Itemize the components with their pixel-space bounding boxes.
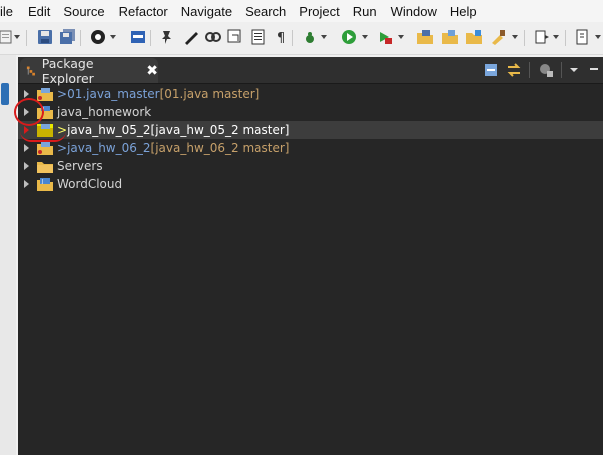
tree-item-01-java-master[interactable]: > 01.java_master [01.java master] — [18, 85, 603, 103]
project-name: java_homework — [57, 105, 152, 119]
project-tree: > 01.java_master [01.java master] J java… — [18, 85, 603, 193]
save-icon[interactable] — [37, 29, 53, 45]
expand-arrow-icon[interactable] — [24, 162, 29, 170]
paintbrush-icon[interactable] — [490, 29, 506, 45]
link-icon[interactable] — [205, 29, 221, 45]
git-project-folder-icon — [37, 87, 53, 101]
restore-view-icon[interactable] — [1, 83, 9, 105]
menu-help[interactable]: Help — [450, 4, 477, 19]
toolbar-separator — [26, 30, 27, 46]
git-branch-label: [java_hw_05_2 master] — [150, 123, 290, 137]
tree-item-java-hw-06-2[interactable]: > java_hw_06_2 [java_hw_06_2 master] — [18, 139, 603, 157]
servers-folder-icon — [37, 161, 53, 173]
bug-icon[interactable] — [302, 29, 318, 45]
toolbar-separator — [292, 30, 293, 46]
menu-navigate[interactable]: Navigate — [181, 4, 232, 19]
git-branch-label: [01.java master] — [159, 87, 260, 101]
navigate-dropdown-icon[interactable] — [595, 35, 601, 39]
paintbrush-dropdown-icon[interactable] — [512, 35, 518, 39]
new-dropdown-icon[interactable] — [14, 35, 20, 39]
navigate-icon[interactable] — [574, 29, 590, 45]
show-whitespace-icon[interactable]: ¶ — [274, 29, 290, 45]
toolbar-separator — [80, 30, 81, 46]
view-menu-icon[interactable] — [564, 61, 584, 79]
task-list-icon[interactable] — [250, 29, 266, 45]
view-tab-bar: Package Explorer ✖ — [18, 55, 603, 86]
toolbar-separator — [150, 30, 151, 46]
run-icon[interactable] — [341, 29, 357, 45]
focus-on-task-icon[interactable] — [536, 61, 556, 79]
close-icon[interactable]: ✖ — [146, 63, 158, 79]
menu-search[interactable]: Search — [245, 4, 286, 19]
tree-item-java-hw-05-2[interactable]: > java_hw_05_2 [java_hw_05_2 master] — [18, 121, 603, 139]
pencil-icon[interactable] — [183, 29, 199, 45]
open-type-icon[interactable] — [227, 29, 243, 45]
debug-dropdown-icon[interactable] — [321, 35, 327, 39]
view-toolbar-separator — [561, 62, 562, 78]
project-name: Servers — [57, 159, 103, 173]
java-project-folder-icon: J — [37, 177, 53, 191]
red-annotation-underline — [20, 131, 66, 142]
menu-file[interactable]: ile — [0, 4, 13, 19]
menu-project[interactable]: Project — [299, 4, 339, 19]
expand-arrow-icon[interactable] — [24, 90, 29, 98]
svg-text:¶: ¶ — [277, 31, 285, 45]
run-dropdown-icon[interactable] — [362, 35, 368, 39]
open-folder-icon[interactable] — [442, 29, 458, 45]
package-explorer-panel: Package Explorer ✖ > 01.java_master [01.… — [18, 55, 603, 455]
view-toolbar-separator — [529, 62, 530, 78]
external-tools-dropdown-icon[interactable] — [398, 35, 404, 39]
menu-source[interactable]: Source — [63, 4, 104, 19]
collapse-all-icon[interactable] — [481, 61, 501, 79]
menu-edit[interactable]: Edit — [28, 4, 50, 19]
project-name: WordCloud — [57, 177, 123, 191]
expand-arrow-icon[interactable] — [24, 180, 29, 188]
link-with-editor-icon[interactable] — [504, 61, 524, 79]
red-annotation-circle — [14, 98, 44, 126]
external-tools-icon[interactable] — [377, 29, 393, 45]
minimize-icon[interactable] — [584, 61, 603, 79]
git-project-folder-icon — [37, 141, 53, 155]
toolbar-separator — [565, 30, 566, 46]
git-dirty-prefix: > — [57, 141, 68, 155]
git-branch-label: [java_hw_06_2 master] — [150, 141, 290, 155]
menu-refactor[interactable]: Refactor — [119, 4, 168, 19]
tab-title: Package Explorer — [41, 55, 94, 86]
search-next-dropdown-icon[interactable] — [553, 35, 559, 39]
main-toolbar: ¶ — [0, 22, 603, 55]
toolbar-separator — [524, 30, 525, 46]
tab-package-explorer[interactable]: Package Explorer ✖ — [20, 55, 158, 86]
debug-target-icon[interactable] — [90, 29, 106, 45]
project-name: java_hw_06_2 — [67, 141, 151, 155]
search-next-icon[interactable] — [534, 29, 550, 45]
new-package-icon[interactable] — [417, 29, 433, 45]
menu-window[interactable]: Window — [391, 4, 437, 19]
menu-run[interactable]: Run — [353, 4, 377, 19]
svg-text:J: J — [41, 179, 43, 185]
expand-arrow-icon[interactable] — [24, 144, 29, 152]
pin-icon[interactable] — [160, 29, 176, 45]
tree-item-servers[interactable]: Servers — [18, 157, 603, 175]
project-name: 01.java_master — [67, 87, 160, 101]
tree-item-java-homework[interactable]: J java_homework — [18, 103, 603, 121]
package-explorer-icon — [26, 65, 37, 76]
new-folder-icon[interactable] — [466, 29, 482, 45]
save-all-icon[interactable] — [60, 29, 76, 45]
tree-item-wordcloud[interactable]: J WordCloud — [18, 175, 603, 193]
console-icon[interactable] — [130, 29, 146, 45]
menu-bar: ile Edit Source Refactor Navigate Search… — [0, 0, 603, 22]
project-name: java_hw_05_2 — [67, 123, 151, 137]
git-dirty-prefix: > — [57, 87, 68, 101]
debug-target-dropdown-icon[interactable] — [110, 35, 116, 39]
